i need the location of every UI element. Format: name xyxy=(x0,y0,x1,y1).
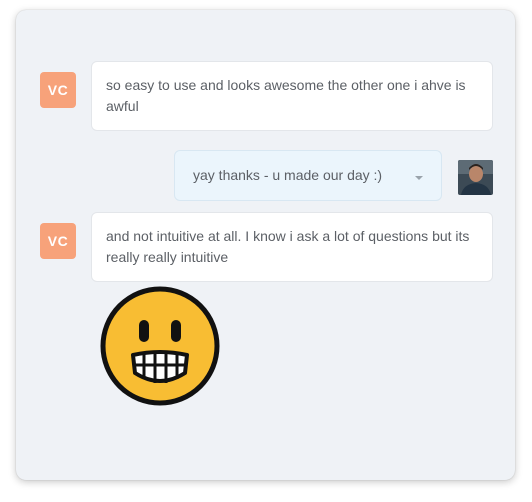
user-avatar xyxy=(458,160,493,195)
agent-avatar: VC xyxy=(40,72,76,108)
incoming-message: and not intuitive at all. I know i ask a… xyxy=(91,212,493,282)
grinning-face-emoji xyxy=(99,285,221,412)
agent-avatar-initials: VC xyxy=(47,82,69,98)
message-text: so easy to use and looks awesome the oth… xyxy=(106,77,466,114)
agent-avatar: VC xyxy=(40,223,76,259)
chevron-down-icon[interactable] xyxy=(415,175,423,180)
chat-panel: VC so easy to use and looks awesome the … xyxy=(16,10,515,480)
outgoing-message[interactable]: yay thanks - u made our day :) xyxy=(174,150,442,201)
agent-avatar-initials: VC xyxy=(47,233,69,249)
message-text: yay thanks - u made our day :) xyxy=(193,167,383,183)
incoming-message: so easy to use and looks awesome the oth… xyxy=(91,61,493,131)
message-text: and not intuitive at all. I know i ask a… xyxy=(106,228,470,265)
